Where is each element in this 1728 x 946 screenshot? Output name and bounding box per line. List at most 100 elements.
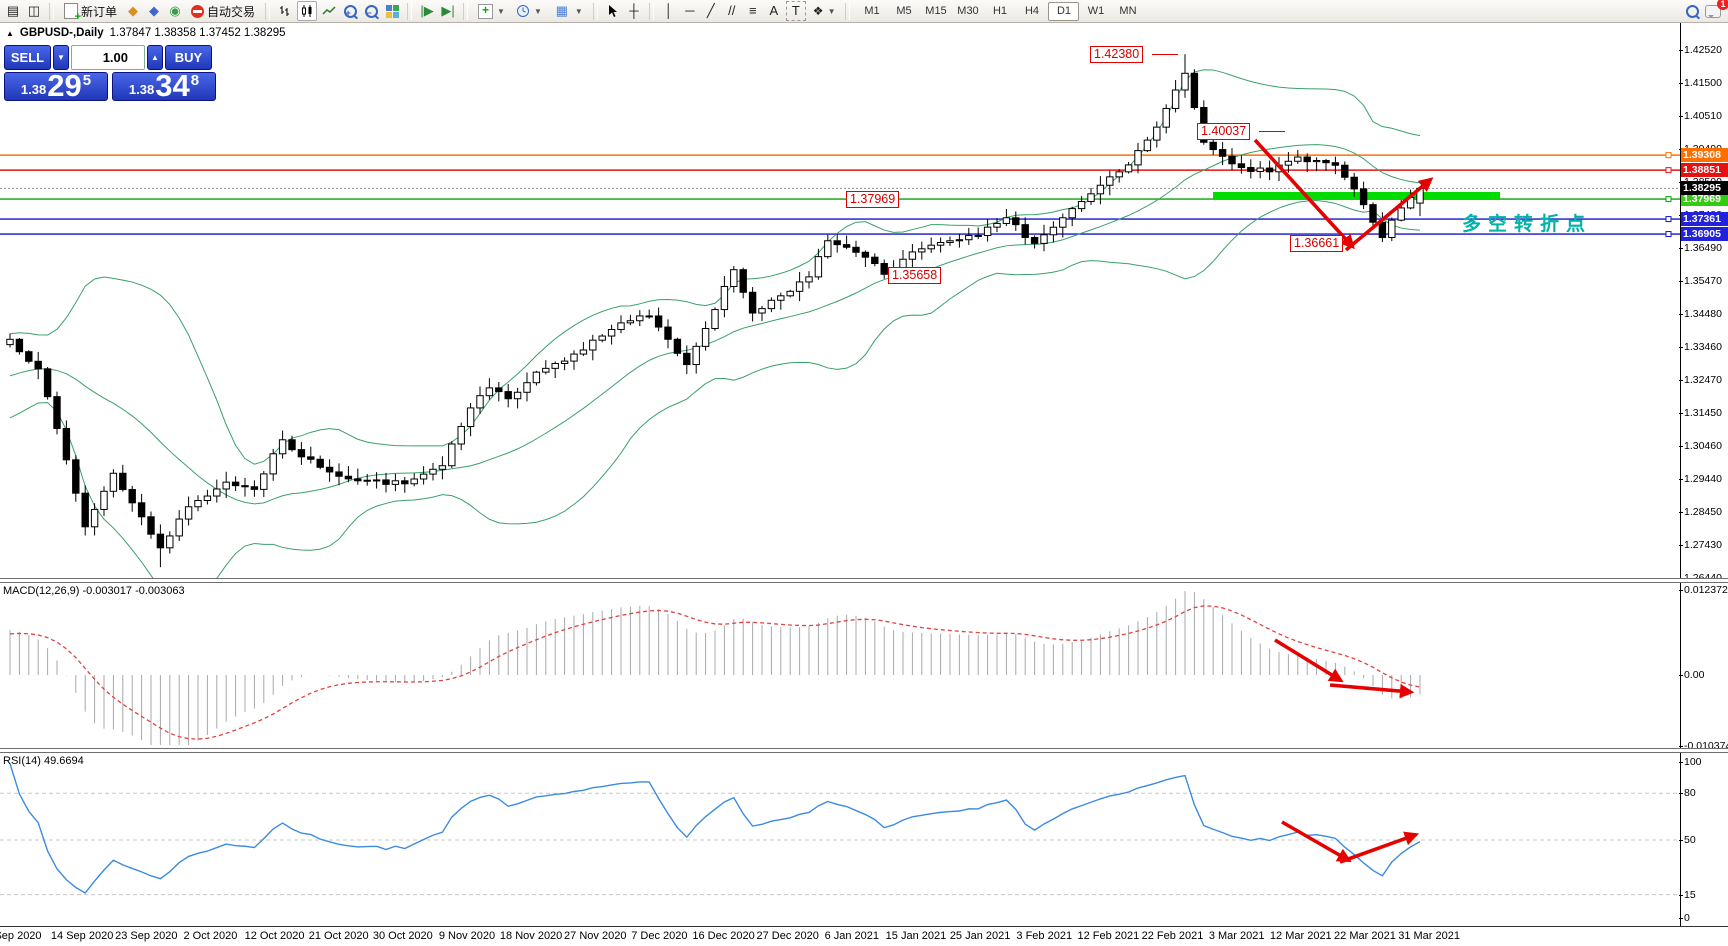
- price-tick: 1.31450: [1679, 407, 1728, 419]
- timeframe-D1[interactable]: D1: [1048, 1, 1080, 21]
- channel-icon[interactable]: //: [723, 2, 741, 20]
- trendline-icon[interactable]: ╱: [702, 2, 720, 20]
- pane-separator[interactable]: [0, 578, 1728, 583]
- indicators-button[interactable]: + ▼: [474, 2, 509, 21]
- timeframe-M1[interactable]: M1: [856, 2, 887, 21]
- autotrade-stop-icon: [191, 4, 205, 18]
- timeframe-W1[interactable]: W1: [1080, 2, 1111, 21]
- toolbar-separator: [265, 2, 271, 20]
- chart-title-line: ▲ GBPUSD-,Daily 1.37847 1.38358 1.37452 …: [6, 27, 286, 39]
- chat-badge: 1: [1717, 0, 1728, 10]
- price-level-label: 1.37969: [1681, 192, 1728, 207]
- date-tick-label: 21 Oct 2020: [308, 930, 369, 942]
- fibonacci-icon[interactable]: ≡: [744, 2, 762, 20]
- price-tick: 1.29440: [1679, 473, 1728, 485]
- main-toolbar: ▤ ◫ + 新订单 ◆ ◆ ◉ 自动交易 + − |▶ ▶| + ▼ ▼ ▦ ▼ ┼…: [0, 0, 1728, 23]
- shapes-button[interactable]: ❖ ▼: [809, 2, 840, 21]
- current-price-label: 1.38295: [1681, 181, 1728, 196]
- autotrade-button[interactable]: 自动交易: [187, 2, 259, 21]
- collapse-panel-icon[interactable]: ▲: [6, 29, 14, 38]
- vline-icon[interactable]: │: [660, 2, 678, 20]
- macd-pane[interactable]: [0, 582, 1680, 745]
- price-axis-line: [1680, 23, 1681, 927]
- chart-window-icon[interactable]: ▤: [4, 2, 22, 20]
- price-tick: 1.38500: [1679, 176, 1728, 188]
- one-click-trading-panel: SELL ▼ ▲ BUY 1.38 29 5 1.38 34 8: [4, 45, 216, 101]
- date-tick-label: 16 Dec 2020: [692, 930, 755, 942]
- sell-price-button[interactable]: 1.38 29 5: [4, 70, 108, 101]
- templates-button[interactable]: ▦ ▼: [549, 2, 587, 21]
- buy-button[interactable]: BUY: [165, 45, 212, 70]
- volume-up-button[interactable]: ▲: [147, 45, 163, 70]
- new-order-button[interactable]: + 新订单: [60, 2, 121, 23]
- hline-icon[interactable]: ─: [681, 2, 699, 20]
- buy-price-big: 34: [155, 68, 190, 103]
- time-axis[interactable]: Sep 2020 14 Sep 202023 Sep 2020 2 Oct 2020…: [0, 926, 1728, 946]
- timeframe-M30[interactable]: M30: [952, 2, 983, 21]
- price-level-label: 1.38851: [1681, 163, 1728, 178]
- timeframe-MN[interactable]: MN: [1112, 2, 1143, 21]
- crosshair-icon[interactable]: ┼: [625, 2, 643, 20]
- text-icon[interactable]: A: [765, 2, 783, 20]
- price-tick: 1.37480: [1679, 209, 1728, 221]
- date-tick-label: 3 Feb 2021: [1016, 930, 1073, 942]
- zoom-in-icon[interactable]: +: [341, 2, 359, 20]
- rsi-tick: 100: [1679, 756, 1728, 768]
- price-tick: 1.40510: [1679, 110, 1728, 122]
- chinese-annotation[interactable]: 多空转折点: [1462, 209, 1592, 236]
- price-level-label: 1.37361: [1681, 212, 1728, 227]
- market-icon[interactable]: ◆: [145, 2, 163, 20]
- price-tick: 1.35470: [1679, 275, 1728, 287]
- sell-button[interactable]: SELL: [4, 45, 51, 70]
- price-tick: 1.32470: [1679, 374, 1728, 386]
- line-chart-icon[interactable]: [320, 2, 338, 20]
- chart-area[interactable]: ▲ GBPUSD-,Daily 1.37847 1.38358 1.37452 …: [0, 23, 1728, 946]
- date-tick-label: 14 Sep 2020: [50, 930, 114, 942]
- price-tick: 1.42520: [1679, 44, 1728, 56]
- rsi-tick: 0: [1679, 912, 1728, 924]
- date-tick-label: 12 Feb 2021: [1077, 930, 1140, 942]
- rsi-pane[interactable]: [0, 752, 1680, 924]
- timeframe-M5[interactable]: M5: [888, 2, 919, 21]
- tile-windows-icon[interactable]: [383, 2, 401, 20]
- toolbar-separator: [845, 2, 851, 20]
- date-tick-label: Sep 2020: [0, 930, 42, 942]
- toolbar-separator: [463, 2, 469, 20]
- candles-chart-icon[interactable]: [297, 1, 318, 21]
- timeframe-H1[interactable]: H1: [984, 2, 1015, 21]
- signals-icon[interactable]: ◉: [166, 2, 184, 20]
- macd-tick: 0.012372: [1679, 584, 1728, 597]
- trend-arrow[interactable]: [1339, 831, 1420, 864]
- price-tick: 1.28450: [1679, 506, 1728, 518]
- chat-button[interactable]: 1: [1704, 0, 1728, 20]
- bars-chart-icon[interactable]: [276, 2, 294, 20]
- buy-price-button[interactable]: 1.38 34 8: [112, 68, 216, 103]
- volume-input[interactable]: [71, 45, 145, 70]
- zoom-out-icon[interactable]: −: [362, 2, 380, 20]
- search-icon[interactable]: [1683, 2, 1701, 20]
- trend-arrow[interactable]: [1329, 683, 1415, 699]
- pane-separator[interactable]: [0, 748, 1728, 753]
- price-level-label: 1.39308: [1681, 148, 1728, 163]
- date-tick-label: 23 Sep 2020: [115, 930, 178, 942]
- periods-button[interactable]: ▼: [512, 2, 546, 21]
- date-tick-label: 22 Feb 2021: [1141, 930, 1204, 942]
- toolbar-separator: [407, 2, 413, 20]
- volume-down-button[interactable]: ▼: [53, 45, 69, 70]
- trend-arrow[interactable]: [1344, 177, 1434, 252]
- text-label-icon[interactable]: T: [785, 1, 806, 21]
- clock-icon: [516, 5, 529, 17]
- macd-tick: 0.00: [1679, 669, 1728, 681]
- timeframe-M15[interactable]: M15: [920, 2, 951, 21]
- toolbar-separator: [592, 2, 598, 20]
- date-tick-label: 6 Jan 2021: [824, 930, 880, 942]
- price-tick: 1.36490: [1679, 242, 1728, 254]
- metaeditor-icon[interactable]: ◆: [124, 2, 142, 20]
- chart-shift-icon[interactable]: ▶|: [439, 2, 457, 20]
- cursor-icon[interactable]: [604, 2, 622, 20]
- timeframe-H4[interactable]: H4: [1016, 2, 1047, 21]
- data-window-icon[interactable]: ◫: [25, 2, 43, 20]
- price-pane[interactable]: [0, 23, 1680, 578]
- symbol-title: GBPUSD-,Daily: [19, 27, 104, 39]
- auto-scroll-icon[interactable]: |▶: [418, 2, 436, 20]
